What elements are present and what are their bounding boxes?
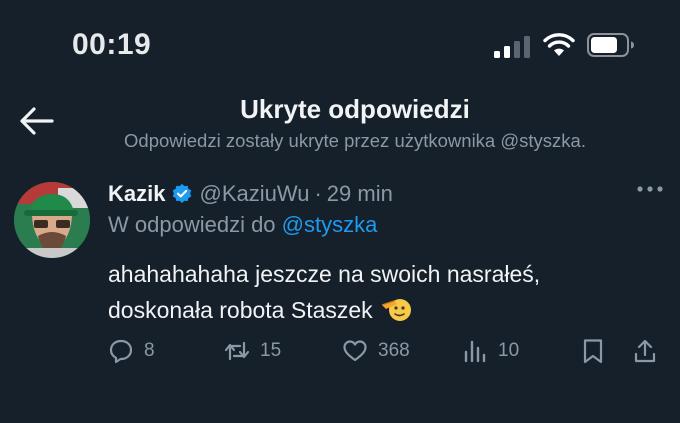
retweet-count: 15 — [260, 340, 282, 361]
reply-count: 8 — [144, 340, 155, 361]
battery-icon — [587, 33, 634, 57]
tweet-author-line: Kazik @KaziuWu · 29 min — [108, 179, 393, 209]
more-options-icon[interactable] — [636, 184, 664, 194]
reply-mention-link[interactable]: @styszka — [282, 212, 378, 237]
separator-dot: · — [314, 181, 322, 206]
page-header: Ukryte odpowiedzi Odpowiedzi zostały ukr… — [0, 90, 680, 160]
bookmark-icon — [583, 339, 603, 364]
tweet-time[interactable]: 29 min — [327, 181, 393, 207]
views-button[interactable]: 10 — [462, 336, 519, 366]
wifi-icon — [543, 33, 575, 56]
tweet-body: ahahahahaha jeszcze na swoich nasrałeś, … — [108, 256, 648, 328]
bookmark-button[interactable] — [580, 336, 606, 366]
views-chart-icon — [464, 340, 486, 363]
page-subtitle: Odpowiedzi zostały ukryte przez użytkown… — [124, 130, 586, 151]
tweet-actions: 8 15 368 10 — [0, 330, 680, 370]
reply-button[interactable]: 8 — [108, 336, 155, 366]
author-handle[interactable]: @KaziuWu — [199, 181, 309, 207]
page-title: Ukryte odpowiedzi — [240, 94, 470, 124]
reply-context: W odpowiedzi do @styszka — [108, 212, 377, 238]
share-icon — [634, 339, 656, 363]
retweet-icon — [224, 341, 250, 361]
reply-prefix: W odpowiedzi do — [108, 212, 276, 237]
status-time: 00:19 — [72, 28, 152, 61]
retweet-button[interactable]: 15 — [224, 336, 281, 366]
heart-icon — [343, 340, 367, 362]
share-button[interactable] — [632, 336, 658, 366]
cellular-signal-icon — [494, 36, 530, 58]
like-count: 368 — [378, 340, 410, 361]
tweet-text: ahahahahaha jeszcze na swoich nasrałeś, … — [108, 261, 541, 323]
verified-badge-icon — [173, 183, 192, 203]
reply-icon — [109, 339, 133, 364]
avatar-image — [14, 182, 90, 258]
like-button[interactable]: 368 — [342, 336, 410, 366]
author-name[interactable]: Kazik — [108, 181, 165, 207]
status-bar: 00:19 — [0, 0, 680, 90]
avatar[interactable] — [14, 182, 90, 258]
views-count: 10 — [498, 340, 520, 361]
saluting-face-emoji — [381, 299, 412, 321]
